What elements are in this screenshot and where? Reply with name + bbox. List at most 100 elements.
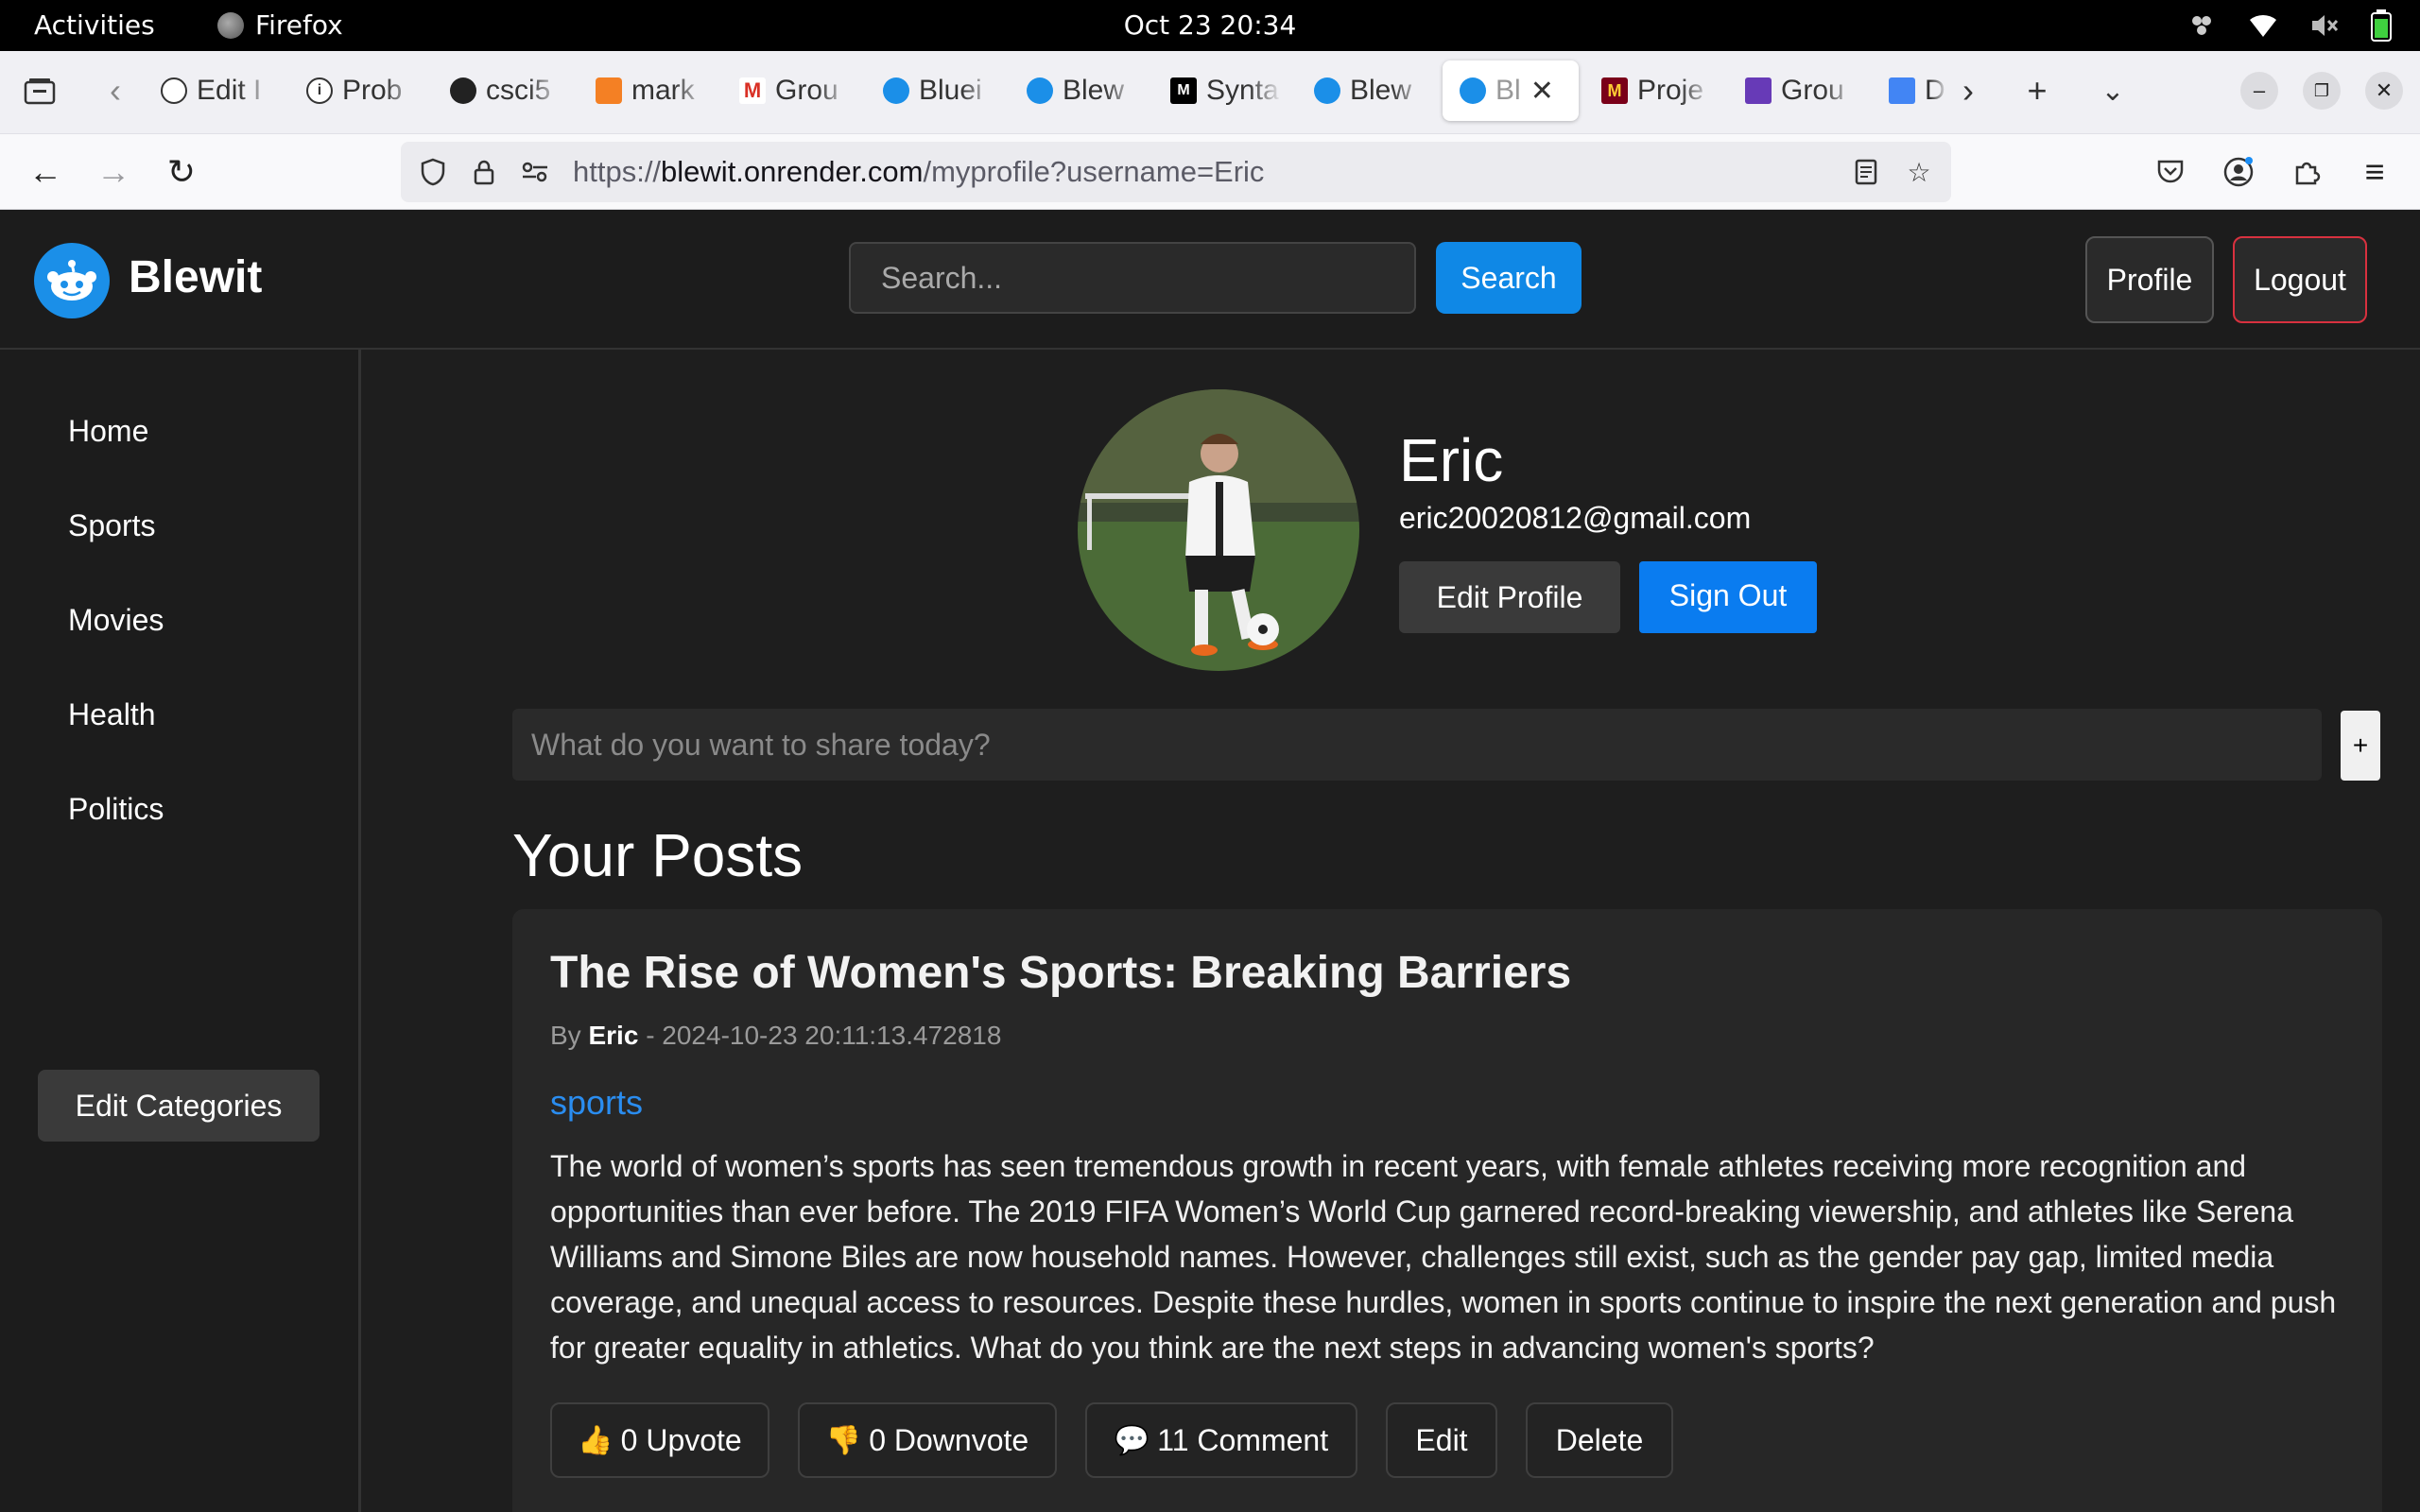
search-input[interactable]: [849, 242, 1416, 314]
lock-icon[interactable]: [465, 153, 503, 191]
back-icon[interactable]: ←: [21, 147, 70, 197]
tab-item[interactable]: M Synta: [1170, 60, 1282, 121]
close-window-icon[interactable]: ✕: [2365, 72, 2403, 110]
account-icon[interactable]: [2214, 147, 2263, 197]
app-name: Firefox: [255, 9, 343, 41]
tab-item[interactable]: Bluei: [883, 60, 994, 121]
forms-icon: [1745, 77, 1772, 104]
web-page: Blewit Search Profile Logout Home Sports…: [0, 210, 2420, 1512]
address-bar[interactable]: https://blewit.onrender.com/myprofile?us…: [401, 142, 1951, 202]
post-author[interactable]: Eric: [588, 1021, 638, 1050]
sidebar-item-health[interactable]: Health: [68, 697, 156, 732]
edit-post-button[interactable]: Edit: [1386, 1402, 1497, 1478]
sidebar-item-politics[interactable]: Politics: [68, 792, 164, 827]
blewit-logo-icon[interactable]: [34, 243, 110, 318]
extensions-icon[interactable]: [2282, 147, 2331, 197]
url-text[interactable]: https://blewit.onrender.com/myprofile?us…: [573, 155, 1264, 189]
tab-item[interactable]: M Proje: [1601, 60, 1713, 121]
sign-out-button[interactable]: Sign Out: [1639, 561, 1817, 633]
notification-icon: [2192, 16, 2211, 35]
minimize-window-icon[interactable]: –: [2240, 72, 2278, 110]
app-menu[interactable]: Firefox: [217, 9, 343, 41]
tab-label: Grou: [1781, 75, 1844, 106]
github-icon: [450, 77, 476, 104]
reader-view-icon[interactable]: [1847, 153, 1885, 191]
shield-icon[interactable]: [414, 153, 452, 191]
comment-label: 11 Comment: [1157, 1422, 1329, 1457]
bookmark-star-icon[interactable]: ☆: [1900, 153, 1938, 191]
post-date: - 2024-10-23 20:11:13.472818: [646, 1021, 1002, 1050]
m-icon: M: [1170, 77, 1197, 104]
tab-label: Bl: [1495, 75, 1521, 106]
forward-icon[interactable]: →: [89, 147, 138, 197]
post-meta: By Eric - 2024-10-23 20:11:13.472818: [550, 1021, 1001, 1051]
profile-button[interactable]: Profile: [2085, 236, 2214, 323]
post-category-link[interactable]: sports: [550, 1083, 643, 1123]
hamburger-menu-icon[interactable]: ≡: [2350, 147, 2399, 197]
volume-muted-icon: [2312, 15, 2339, 36]
add-post-button[interactable]: +: [2341, 711, 2380, 781]
tab-item[interactable]: csci5: [450, 60, 562, 121]
openai-icon: [161, 77, 187, 104]
tab-label: Blew: [1350, 75, 1412, 106]
pocket-icon[interactable]: [2146, 147, 2195, 197]
edit-profile-button[interactable]: Edit Profile: [1399, 561, 1620, 633]
tab-item[interactable]: Blew: [1027, 60, 1138, 121]
brand-name[interactable]: Blewit: [129, 251, 262, 303]
activities-button[interactable]: Activities: [34, 9, 155, 41]
firefox-icon: [217, 11, 244, 39]
clock[interactable]: Oct 23 20:34: [1124, 9, 1297, 41]
logout-button[interactable]: Logout: [2233, 236, 2367, 323]
tab-item-active[interactable]: Bl ✕: [1443, 60, 1579, 121]
blewit-icon: [1314, 77, 1340, 104]
maximize-window-icon[interactable]: ❐: [2303, 72, 2341, 110]
post-body: The world of women’s sports has seen tre…: [550, 1149, 2337, 1365]
post-title[interactable]: The Rise of Women's Sports: Breaking Bar…: [550, 947, 1571, 999]
firefox-view-icon[interactable]: [17, 60, 62, 121]
tab-label: Edit I: [197, 75, 262, 106]
upvote-label: 0 Upvote: [620, 1422, 742, 1457]
tab-scroll-left-icon[interactable]: ‹: [95, 60, 136, 121]
new-tab-icon[interactable]: +: [2014, 60, 2061, 121]
tab-item[interactable]: mark: [596, 60, 707, 121]
share-post-input[interactable]: [512, 709, 2322, 781]
sidebar-item-home[interactable]: Home: [68, 414, 148, 449]
system-top-bar: Activities Firefox Oct 23 20:34: [0, 0, 2420, 51]
list-tabs-icon[interactable]: ⌄: [2089, 60, 2136, 121]
docs-icon: [1889, 77, 1915, 104]
sidebar-item-movies[interactable]: Movies: [68, 603, 164, 638]
gmail-icon: M: [739, 77, 766, 104]
tab-item[interactable]: Grou: [1745, 60, 1857, 121]
blewit-icon: [883, 77, 909, 104]
site-header: Blewit Search Profile Logout: [0, 210, 2420, 350]
umn-icon: M: [1601, 77, 1628, 104]
search-button[interactable]: Search: [1436, 242, 1582, 314]
blewit-icon: [1027, 77, 1053, 104]
profile-email: eric20020812@gmail.com: [1399, 501, 1752, 535]
tab-label: Prob: [342, 75, 403, 106]
tab-label: Blew: [1063, 75, 1125, 106]
downvote-button[interactable]: 👎 0 Downvote: [798, 1402, 1057, 1478]
permissions-icon[interactable]: [516, 153, 554, 191]
speech-bubble-icon: 💬: [1114, 1424, 1150, 1456]
avatar: [1078, 389, 1359, 671]
tab-strip: ‹ Edit I i Prob csci5 mark M Grou Bluei …: [0, 51, 2420, 134]
sidebar-item-sports[interactable]: Sports: [68, 508, 155, 543]
tab-item[interactable]: i Prob: [306, 60, 418, 121]
reload-icon[interactable]: ↻: [157, 147, 206, 197]
delete-post-button[interactable]: Delete: [1526, 1402, 1673, 1478]
tab-item[interactable]: M Grou: [739, 60, 851, 121]
profile-username: Eric: [1399, 426, 1504, 494]
tab-label: mark: [631, 75, 695, 106]
tab-label: Bluei: [919, 75, 982, 106]
tab-item[interactable]: D: [1889, 60, 1947, 121]
category-sidebar: Home Sports Movies Health Politics Edit …: [0, 350, 361, 1512]
edit-categories-button[interactable]: Edit Categories: [38, 1070, 320, 1142]
tab-scroll-right-icon[interactable]: ›: [1947, 60, 1989, 121]
comment-button[interactable]: 💬 11 Comment: [1085, 1402, 1357, 1478]
tab-item[interactable]: Edit I: [161, 60, 272, 121]
tab-item[interactable]: Blew: [1314, 60, 1426, 121]
upvote-button[interactable]: 👍 0 Upvote: [550, 1402, 769, 1478]
close-tab-icon[interactable]: ✕: [1530, 75, 1554, 108]
system-tray[interactable]: [2187, 9, 2392, 42]
